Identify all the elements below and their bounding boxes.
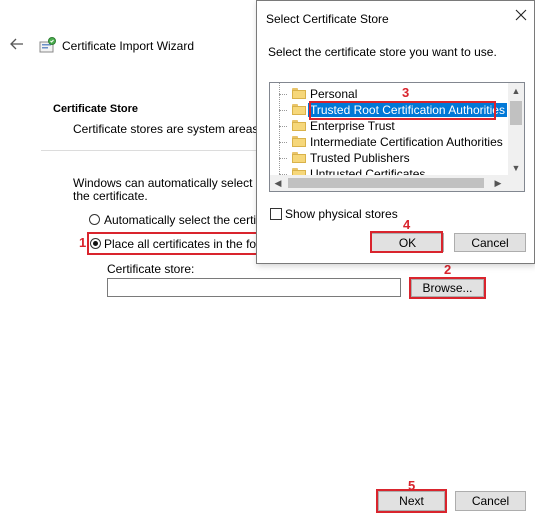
auto-select-radio-label[interactable]: Automatically select the certifica	[104, 213, 275, 227]
vertical-scroll-thumb[interactable]	[510, 101, 522, 125]
annotation-box-4	[370, 231, 443, 253]
tree-horizontal-scrollbar[interactable]: ◀ ▶	[270, 175, 524, 191]
tree-item-label: Enterprise Trust	[310, 119, 395, 133]
tree-branch-line	[279, 158, 287, 159]
certificate-store-field[interactable]	[107, 278, 401, 297]
intro-text-line1: Windows can automatically select a ce	[73, 176, 279, 190]
certificate-store-label: Certificate store:	[107, 262, 195, 276]
tree-item-label: Trusted Publishers	[310, 151, 410, 165]
store-tree[interactable]: Personal Trusted Root Certification Auth…	[269, 82, 525, 192]
folder-icon	[292, 152, 306, 163]
tree-vertical-scrollbar[interactable]: ▲ ▼	[508, 83, 524, 176]
annotation-number-1: 1	[79, 235, 87, 250]
annotation-box-3	[309, 101, 496, 120]
tree-item-enterprise-trust[interactable]: Enterprise Trust	[270, 118, 510, 134]
tree-branch-line	[279, 94, 287, 95]
annotation-number-2: 2	[444, 262, 452, 277]
select-certificate-store-dialog: Select Certificate Store Select the cert…	[256, 0, 535, 264]
dialog-cancel-button[interactable]: Cancel	[454, 233, 526, 252]
cancel-button[interactable]: Cancel	[455, 491, 526, 511]
tree-item-trusted-publishers[interactable]: Trusted Publishers	[270, 150, 510, 166]
back-arrow-icon[interactable]	[10, 37, 26, 53]
annotation-box-2	[409, 277, 486, 299]
scroll-up-icon[interactable]: ▲	[508, 83, 524, 99]
annotation-number-3: 3	[402, 85, 410, 100]
section-title: Certificate Store	[53, 103, 138, 115]
scroll-right-icon[interactable]: ▶	[490, 175, 506, 191]
horizontal-scroll-thumb[interactable]	[288, 178, 484, 188]
dialog-title: Select Certificate Store	[266, 12, 389, 26]
tree-item-label: Intermediate Certification Authorities	[310, 135, 503, 149]
annotation-number-4: 4	[403, 217, 411, 232]
scroll-down-icon[interactable]: ▼	[508, 160, 524, 176]
tree-branch-line	[279, 126, 287, 127]
tree-branch-line	[279, 110, 287, 111]
section-description: Certificate stores are system areas wh	[73, 122, 278, 136]
show-physical-stores-label[interactable]: Show physical stores	[285, 207, 398, 221]
annotation-box-5	[376, 489, 447, 513]
annotation-box-1	[87, 232, 259, 255]
tree-item-label: Personal	[310, 87, 358, 101]
folder-icon	[292, 88, 306, 99]
intro-text-line2: the certificate.	[73, 189, 148, 203]
show-physical-stores-checkbox[interactable]	[270, 208, 282, 220]
scroll-left-icon[interactable]: ◀	[270, 175, 286, 191]
wizard-title: Certificate Import Wizard	[62, 39, 195, 53]
close-icon[interactable]	[514, 9, 528, 23]
dialog-instruction: Select the certificate store you want to…	[268, 45, 497, 59]
tree-branch-line	[279, 142, 287, 143]
folder-icon	[292, 136, 306, 147]
certificate-wizard-icon	[38, 36, 58, 54]
folder-icon	[292, 104, 306, 115]
tree-item-personal[interactable]: Personal	[270, 86, 510, 102]
tree-item-intermediate[interactable]: Intermediate Certification Authorities	[270, 134, 510, 150]
auto-select-radio[interactable]	[89, 214, 100, 225]
folder-icon	[292, 120, 306, 131]
